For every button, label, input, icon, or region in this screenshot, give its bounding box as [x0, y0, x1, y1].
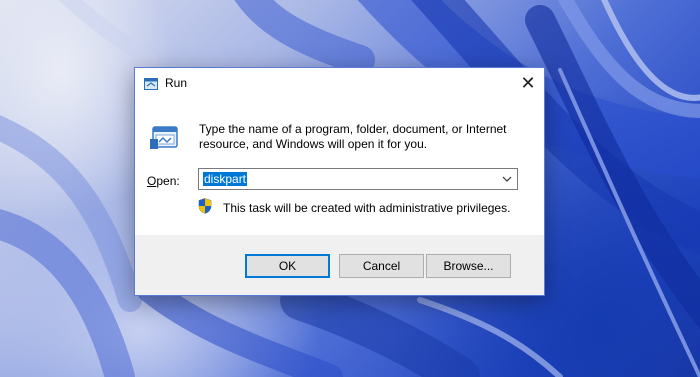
browse-button[interactable]: Browse... — [426, 254, 511, 278]
open-input[interactable]: diskpart — [203, 172, 248, 186]
close-icon: ✕ — [520, 73, 536, 93]
dialog-description: Type the name of a program, folder, docu… — [199, 122, 507, 151]
dialog-footer: OK Cancel Browse... — [135, 235, 544, 295]
ok-button[interactable]: OK — [245, 254, 330, 278]
chevron-down-icon[interactable] — [500, 172, 514, 186]
run-icon — [144, 78, 158, 90]
cancel-button[interactable]: Cancel — [339, 254, 424, 278]
dialog-titlebar[interactable]: Run ✕ — [135, 68, 544, 100]
open-combobox[interactable]: diskpart — [198, 168, 518, 190]
admin-privileges-note: This task will be created with administr… — [223, 201, 511, 215]
open-label: Open: — [147, 174, 180, 188]
run-dialog: Run ✕ Type the name of a program, folder… — [134, 67, 545, 296]
open-label-text: pen: — [156, 174, 180, 188]
close-button[interactable]: ✕ — [512, 68, 544, 100]
uac-shield-icon — [198, 198, 212, 214]
run-icon — [150, 126, 178, 149]
dialog-title: Run — [165, 76, 188, 90]
open-label-accesskey: O — [147, 174, 157, 188]
